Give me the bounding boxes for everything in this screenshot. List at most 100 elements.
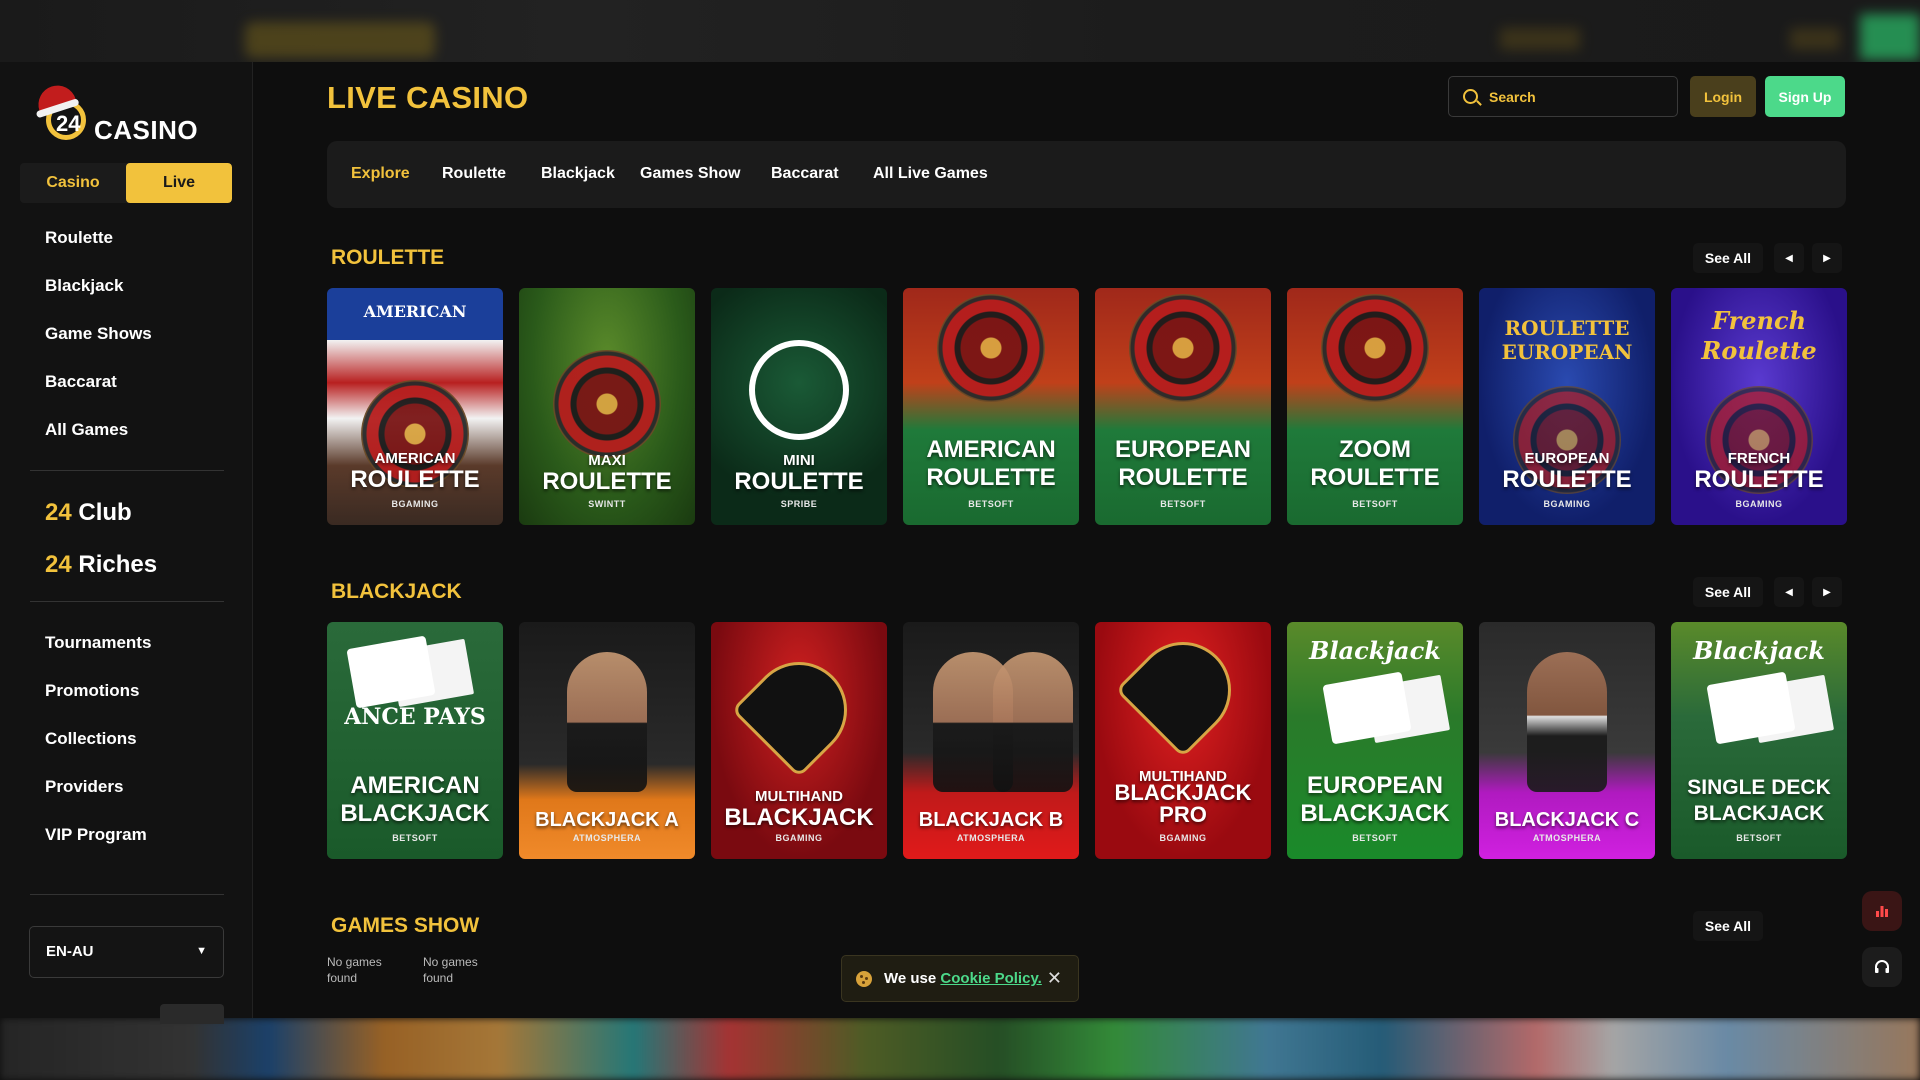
sidebar: 24 CASINO Casino Live Roulette Blackjack… (0, 62, 253, 1024)
card-provider: BETSOFT (1736, 833, 1782, 843)
divider (30, 894, 224, 895)
tab-roulette[interactable]: Roulette (442, 165, 506, 183)
tab-all-live-games[interactable]: All Live Games (873, 165, 988, 183)
search-input[interactable]: Search (1448, 76, 1678, 117)
card-provider: BGAMING (391, 499, 439, 509)
card-provider: BGAMING (1543, 499, 1591, 509)
sidebar-item-tournaments[interactable]: Tournaments (45, 619, 151, 667)
card-title-line2: ROULETTE (1118, 464, 1248, 491)
game-card[interactable]: ZOOM ROULETTE BETSOFT (1287, 288, 1463, 525)
card-title-line1: MAXI (588, 452, 626, 469)
roulette-see-all-button[interactable]: See All (1693, 243, 1763, 273)
card-title-line2: ROULETTE (1310, 464, 1440, 491)
spade-icon (1115, 622, 1251, 758)
background-blur-top (0, 0, 1920, 62)
blurred-element (1860, 14, 1920, 60)
language-value: EN-AU (46, 943, 94, 960)
card-title-line1: MINI (783, 452, 815, 469)
mode-toggle: Casino Live (20, 163, 232, 203)
game-card[interactable]: BLACKJACK A ATMOSPHERA (519, 622, 695, 859)
blackjack-prev-arrow-icon[interactable]: ◀ (1774, 577, 1804, 607)
game-card[interactable]: AMERICAN AMERICAN ROULETTE BGAMING (327, 288, 503, 525)
roulette-wheel-icon (553, 350, 661, 458)
card-title-line1: MULTIHAND (754, 788, 844, 805)
playing-cards-icon (1322, 671, 1412, 745)
page-title: LIVE CASINO (327, 80, 529, 115)
casino-logo[interactable]: 24 CASINO (30, 78, 220, 148)
card-title-line2: ROULETTE (1694, 466, 1824, 493)
game-card[interactable]: MULTIHAND BLACKJACK PRO BGAMING (1095, 622, 1271, 859)
roulette-next-arrow-icon[interactable]: ▶ (1812, 243, 1842, 273)
card-title-line2: BLACKJACK (340, 800, 490, 827)
card-provider: BGAMING (1159, 833, 1207, 843)
game-card[interactable]: EUROPEAN ROULETTE BETSOFT (1095, 288, 1271, 525)
headset-icon (1875, 960, 1889, 973)
tab-baccarat[interactable]: Baccarat (771, 165, 839, 183)
games-show-see-all-button[interactable]: See All (1693, 911, 1763, 941)
tab-explore[interactable]: Explore (351, 165, 410, 183)
sidebar-item-providers[interactable]: Providers (45, 763, 151, 811)
playing-cards-icon (346, 635, 436, 709)
close-icon[interactable]: ✕ (1047, 968, 1062, 989)
game-card[interactable]: BLACKJACK C ATMOSPHERA (1479, 622, 1655, 859)
sidebar-item-blackjack[interactable]: Blackjack (45, 262, 152, 310)
sidebar-item-24-riches[interactable]: 24 Riches (45, 539, 157, 591)
sidebar-item-promotions[interactable]: Promotions (45, 667, 151, 715)
card-title-line1: SINGLE DECK (1687, 776, 1831, 799)
sidebar-item-all-games[interactable]: All Games (45, 406, 152, 454)
sidebar-nav-top: Roulette Blackjack Game Shows Baccarat A… (45, 214, 152, 454)
game-card[interactable]: ROULETTE EUROPEAN EUROPEAN ROULETTE BGAM… (1479, 288, 1655, 525)
sidebar-nav-bottom: Tournaments Promotions Collections Provi… (45, 619, 151, 859)
game-card[interactable]: MULTIHAND BLACKJACK BGAMING (711, 622, 887, 859)
card-provider: ATMOSPHERA (956, 833, 1026, 843)
game-card[interactable]: Blackjack SINGLE DECK BLACKJACK BETSOFT (1671, 622, 1847, 859)
blackjack-see-all-button[interactable]: See All (1693, 577, 1763, 607)
logo-word: CASINO (94, 115, 199, 145)
sidebar-item-vip-program[interactable]: VIP Program (45, 811, 151, 859)
mode-casino-button[interactable]: Casino (20, 163, 126, 203)
game-card[interactable]: French Roulette FRENCH ROULETTE BGAMING (1671, 288, 1847, 525)
leaderboard-button[interactable] (1862, 891, 1902, 931)
game-card[interactable]: AMERICAN ROULETTE BETSOFT (903, 288, 1079, 525)
card-title-line1: AMERICAN (350, 772, 480, 799)
sidebar-item-baccarat[interactable]: Baccarat (45, 358, 152, 406)
cookie-policy-link[interactable]: Cookie Policy. (940, 970, 1041, 987)
cookie-icon (856, 971, 872, 987)
dealer-avatar (993, 652, 1073, 792)
sidebar-item-game-shows[interactable]: Game Shows (45, 310, 152, 358)
card-provider: ATMOSPHERA (572, 833, 642, 843)
card-top-label: Blackjack (1309, 636, 1441, 665)
tab-blackjack[interactable]: Blackjack (541, 165, 615, 183)
sidebar-item-24-club[interactable]: 24 Club (45, 487, 157, 539)
card-title-line1: EUROPEAN (1114, 436, 1252, 463)
roulette-prev-arrow-icon[interactable]: ◀ (1774, 243, 1804, 273)
card-title-line2: ROULETTE (542, 468, 672, 495)
game-card[interactable]: ANCE PAYS AMERICAN BLACKJACK BETSOFT (327, 622, 503, 859)
sidebar-extra-button[interactable] (160, 1004, 224, 1024)
sidebar-item-collections[interactable]: Collections (45, 715, 151, 763)
blurred-element (1790, 28, 1840, 50)
card-title-line2: BLACKJACK (1300, 800, 1450, 827)
login-button[interactable]: Login (1690, 76, 1756, 117)
roulette-wheel-icon (937, 294, 1045, 402)
card-provider: BETSOFT (1352, 499, 1398, 509)
game-card[interactable]: Blackjack EUROPEAN BLACKJACK BETSOFT (1287, 622, 1463, 859)
game-card[interactable]: MAXI ROULETTE SWINTT (519, 288, 695, 525)
game-card[interactable]: MINI ROULETTE SPRIBE (711, 288, 887, 525)
blackjack-next-arrow-icon[interactable]: ▶ (1812, 577, 1842, 607)
card-title-line2: ROULETTE (350, 466, 480, 493)
sidebar-item-roulette[interactable]: Roulette (45, 214, 152, 262)
logo-number: 24 (56, 111, 81, 136)
tab-games-show[interactable]: Games Show (640, 165, 740, 183)
support-button[interactable] (1862, 947, 1902, 987)
chevron-down-icon: ▼ (196, 945, 207, 957)
mode-live-button[interactable]: Live (126, 163, 232, 203)
language-select[interactable]: EN-AU ▼ (29, 926, 224, 978)
roulette-wheel-icon (1129, 294, 1237, 402)
signup-button[interactable]: Sign Up (1765, 76, 1845, 117)
search-icon (1463, 89, 1478, 104)
game-card[interactable]: BLACKJACK B ATMOSPHERA (903, 622, 1079, 859)
mini-roulette-wheel-icon (749, 340, 849, 440)
blackjack-games-row: ANCE PAYS AMERICAN BLACKJACK BETSOFT BLA… (327, 622, 1847, 859)
riches-word: Riches (78, 551, 158, 578)
